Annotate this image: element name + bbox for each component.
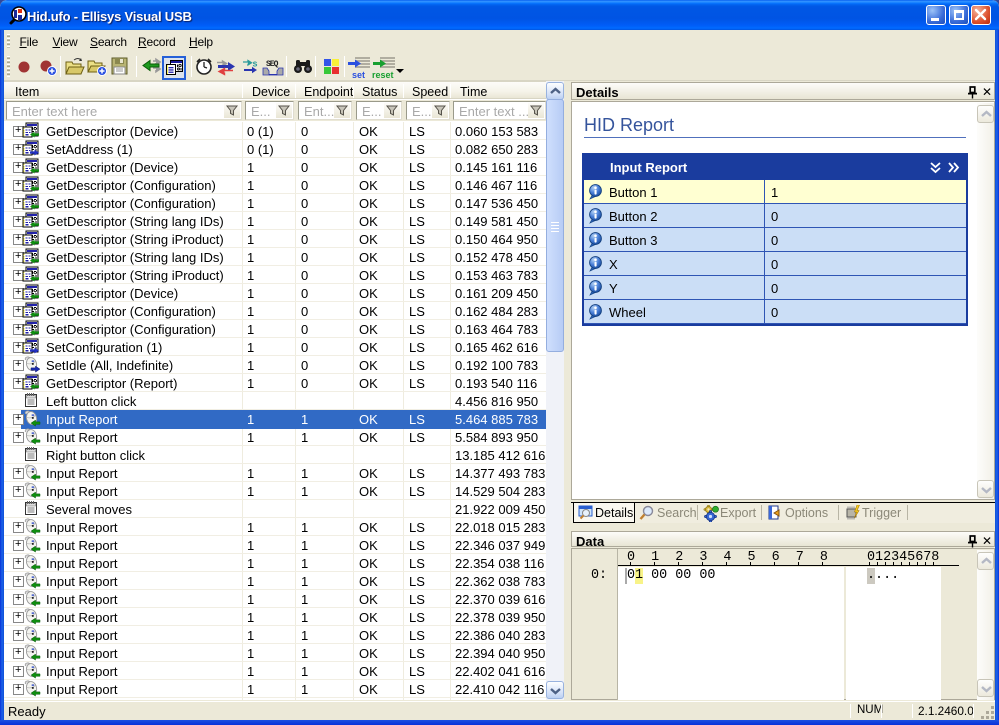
svg-text:SEQ: SEQ bbox=[266, 60, 279, 69]
svg-text:reset: reset bbox=[372, 70, 394, 80]
svg-text:set: set bbox=[352, 70, 365, 80]
svg-text:s: s bbox=[253, 59, 258, 69]
